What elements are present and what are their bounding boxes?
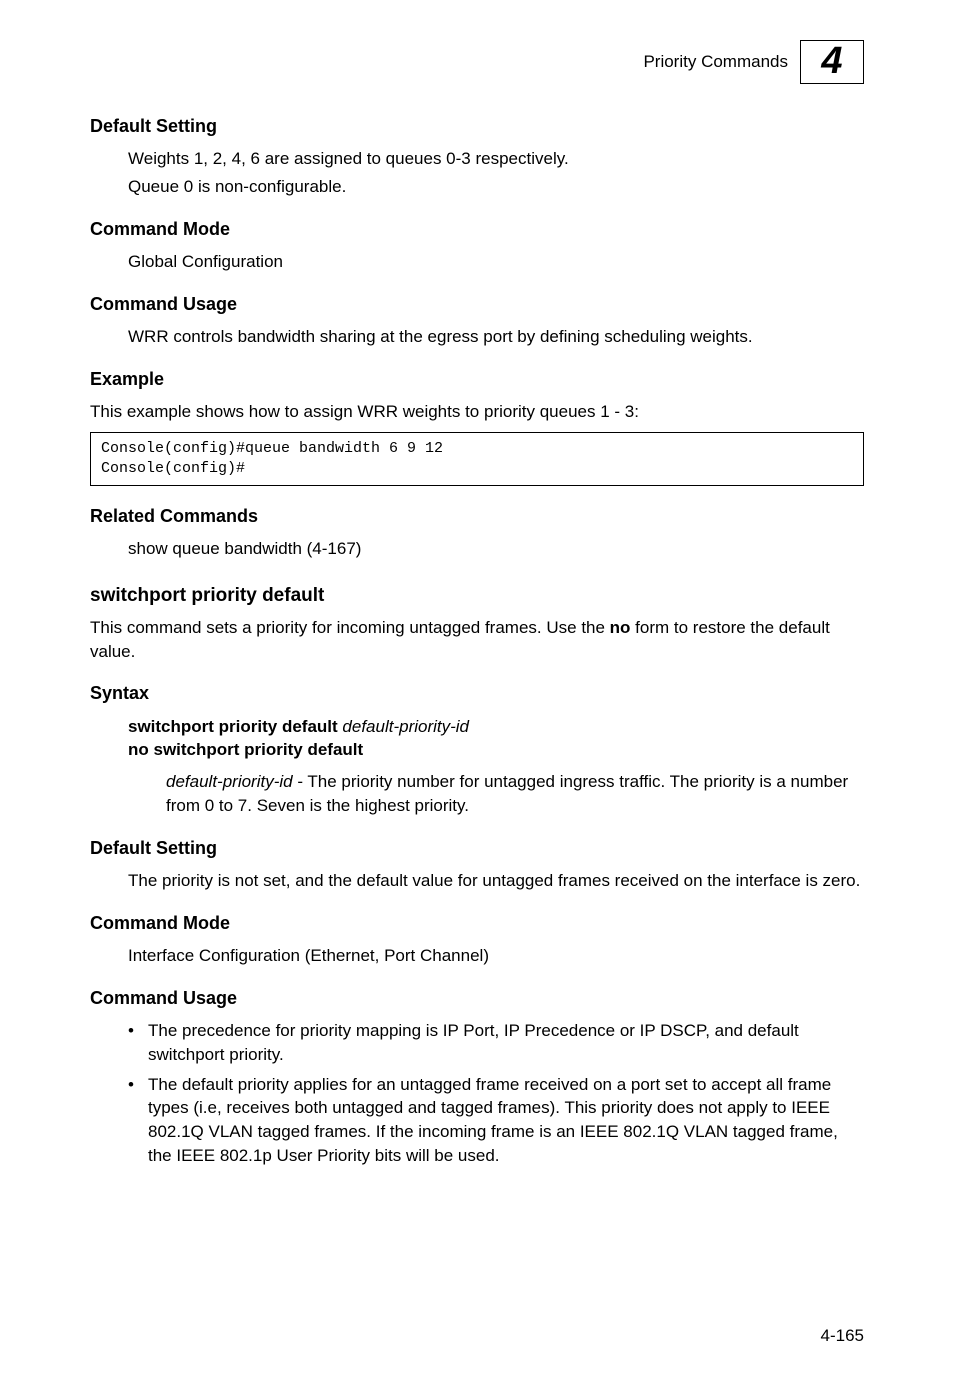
default-setting-line1: Weights 1, 2, 4, 6 are assigned to queue… [128,147,864,171]
example-code: Console(config)#queue bandwidth 6 9 12 C… [90,432,864,487]
default-setting-head-2: Default Setting [90,836,864,861]
default-setting-body-2: The priority is not set, and the default… [128,869,864,893]
page-number: 4-165 [821,1324,864,1348]
command-mode-body-1: Global Configuration [128,250,864,274]
intro-bold: no [610,618,631,637]
command-usage-list: The precedence for priority mapping is I… [90,1019,864,1168]
command-usage-head-2: Command Usage [90,986,864,1011]
default-setting-head-1: Default Setting [90,114,864,139]
syntax-line2: no switchport priority default [90,738,864,762]
syntax-desc: default-priority-id - The priority numbe… [90,770,864,818]
syntax-line1-italic: default-priority-id [342,717,469,736]
page-header: Priority Commands 4 [90,40,864,84]
related-commands-head: Related Commands [90,504,864,529]
syntax-desc-italic: default-priority-id [166,772,293,791]
default-setting-line2: Queue 0 is non-configurable. [128,175,864,199]
command-usage-head-1: Command Usage [90,292,864,317]
command-usage-body-1: WRR controls bandwidth sharing at the eg… [128,325,864,349]
syntax-line1: switchport priority default default-prio… [90,715,864,739]
chapter-number-box: 4 [800,40,864,84]
command-mode-head-1: Command Mode [90,217,864,242]
command-usage-bullet-2: The default priority applies for an unta… [128,1073,864,1168]
command-mode-head-2: Command Mode [90,911,864,936]
syntax-line1-bold: switchport priority default [128,717,342,736]
command-usage-bullet-1: The precedence for priority mapping is I… [128,1019,864,1067]
command-title-switchport: switchport priority default [90,583,864,610]
syntax-line2-bold: no switchport priority default [128,740,363,759]
syntax-head: Syntax [90,681,864,706]
command-intro-switchport: This command sets a priority for incomin… [90,616,864,664]
example-intro: This example shows how to assign WRR wei… [90,400,864,424]
header-title: Priority Commands [643,50,788,74]
intro-pre: This command sets a priority for incomin… [90,618,610,637]
related-commands-body: show queue bandwidth (4-167) [128,537,864,561]
example-head: Example [90,367,864,392]
command-mode-body-2: Interface Configuration (Ethernet, Port … [128,944,864,968]
